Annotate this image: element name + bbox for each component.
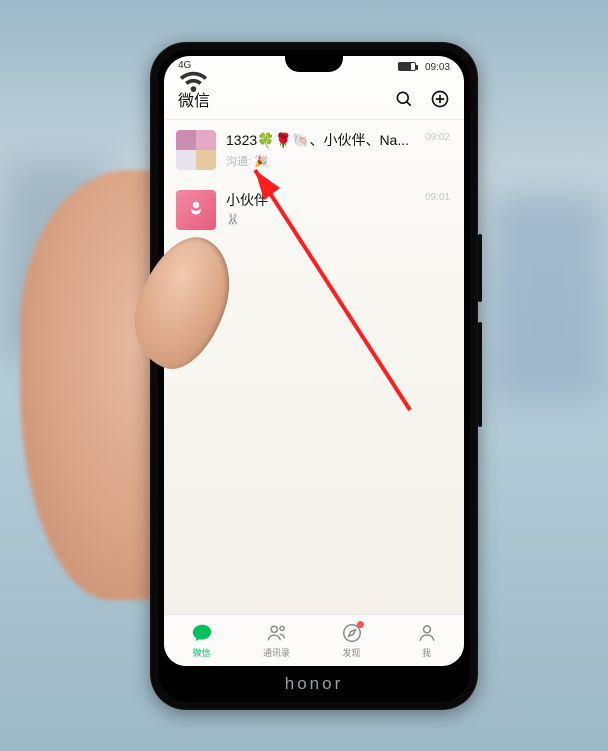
tab-contacts[interactable]: 通讯录 xyxy=(239,615,314,666)
contacts-icon xyxy=(266,622,288,644)
tab-label: 发现 xyxy=(342,646,360,659)
app-title: 微信 xyxy=(178,87,210,111)
compass-icon xyxy=(341,622,363,644)
display-notch xyxy=(285,56,343,72)
tab-bar: 微信 通讯录 发现 xyxy=(164,614,464,666)
notification-dot xyxy=(357,621,364,628)
tab-label: 微信 xyxy=(192,646,210,659)
clock: 09:03 xyxy=(425,62,450,73)
tab-label: 我 xyxy=(422,646,431,659)
chat-title: 1323🍀🌹🐚、小伙伴、Na... xyxy=(226,130,450,150)
tab-label: 通讯录 xyxy=(263,646,290,659)
tab-chats[interactable]: 微信 xyxy=(164,615,239,666)
chat-time: 09:02 xyxy=(425,132,450,143)
volume-button xyxy=(478,322,482,427)
phone-screen: 4G 09:03 微信 xyxy=(164,56,464,666)
chat-title: 小伙伴 xyxy=(226,190,450,210)
tab-me[interactable]: 我 xyxy=(389,615,464,666)
chat-preview: 🐰 xyxy=(226,213,450,226)
tab-discover[interactable]: 发现 xyxy=(314,615,389,666)
chat-row-contact[interactable]: 小伙伴 🐰 09:01 xyxy=(164,180,464,240)
contact-avatar xyxy=(176,190,216,230)
chat-preview: 沟通: 🎉 xyxy=(226,153,450,169)
chat-bubble-icon xyxy=(191,622,213,644)
search-icon[interactable] xyxy=(394,89,414,109)
power-button xyxy=(478,234,482,302)
phone-frame: 4G 09:03 微信 xyxy=(150,42,478,710)
add-icon[interactable] xyxy=(430,89,450,109)
person-icon xyxy=(416,622,438,644)
chat-time: 09:01 xyxy=(425,192,450,203)
battery-icon xyxy=(398,62,416,71)
chat-row-group[interactable]: 1323🍀🌹🐚、小伙伴、Na... 沟通: 🎉 09:02 xyxy=(164,120,464,180)
group-avatar xyxy=(176,130,216,170)
phone-brand-label: honor xyxy=(158,674,470,694)
network-label: 4G xyxy=(178,60,191,71)
